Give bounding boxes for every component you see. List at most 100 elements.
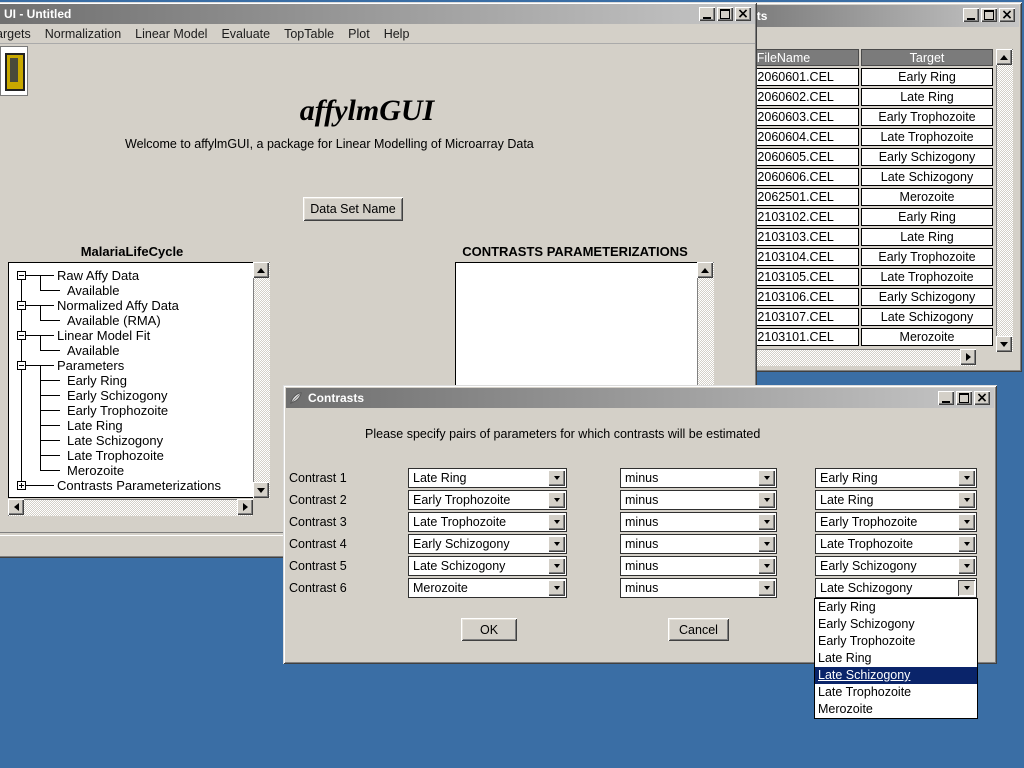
column-header-target[interactable]: Target (861, 49, 993, 66)
scroll-up-icon[interactable] (253, 262, 269, 278)
chevron-down-icon[interactable] (758, 558, 775, 574)
chevron-down-icon[interactable] (758, 492, 775, 508)
chevron-down-icon[interactable] (548, 514, 565, 530)
tree-vscrollbar[interactable] (253, 262, 270, 498)
chevron-down-icon[interactable] (758, 536, 775, 552)
menu-item-plot[interactable]: Plot (341, 24, 377, 44)
ok-button[interactable]: OK (461, 618, 517, 641)
contrast-2-operator-select[interactable]: minus (620, 490, 777, 510)
tree-item-available-rma[interactable]: Available (RMA) (67, 313, 161, 328)
tree-item-early-trophozoite[interactable]: Early Trophozoite (67, 403, 168, 418)
contrast-4-left-select[interactable]: Early Schizogony (408, 534, 567, 554)
tree-item-late-trophozoite[interactable]: Late Trophozoite (67, 448, 164, 463)
contrast-5-operator-select[interactable]: minus (620, 556, 777, 576)
maximize-icon[interactable] (956, 391, 972, 405)
chevron-down-icon[interactable] (958, 492, 975, 508)
contrast-3-left-select[interactable]: Late Trophozoite (408, 512, 567, 532)
toolbar-icon[interactable] (0, 46, 28, 96)
contrast-3-right-select[interactable]: Early Trophozoite (815, 512, 977, 532)
plus-box-icon[interactable] (17, 481, 26, 490)
scroll-down-icon[interactable] (996, 336, 1012, 352)
chevron-down-icon[interactable] (548, 492, 565, 508)
tree-item-available[interactable]: Available (67, 283, 120, 298)
minimize-icon[interactable] (963, 8, 979, 22)
menu-item-evaluate[interactable]: Evaluate (214, 24, 277, 44)
dropdown-option-late-trophozoite[interactable]: Late Trophozoite (815, 684, 977, 701)
scroll-down-icon[interactable] (253, 482, 269, 498)
contrast-1-right-select[interactable]: Early Ring (815, 468, 977, 488)
minus-box-icon[interactable] (17, 301, 26, 310)
close-icon[interactable]: × (735, 7, 751, 21)
minus-box-icon[interactable] (17, 331, 26, 340)
chevron-down-icon[interactable] (548, 536, 565, 552)
contrast-1-operator-select[interactable]: minus (620, 468, 777, 488)
combo-value: Late Schizogony (820, 581, 912, 595)
tree-tick-line (40, 425, 60, 426)
dataset-name-button[interactable]: Data Set Name (303, 197, 403, 221)
menu-item-argets[interactable]: argets (0, 24, 38, 44)
scroll-right-icon[interactable] (960, 349, 976, 365)
scroll-up-icon[interactable] (697, 262, 713, 278)
chevron-down-icon[interactable] (758, 580, 775, 596)
chevron-down-icon[interactable] (548, 558, 565, 574)
tree-item-early-ring[interactable]: Early Ring (67, 373, 127, 388)
tree-item-late-ring[interactable]: Late Ring (67, 418, 123, 433)
chevron-down-icon[interactable] (958, 470, 975, 486)
contrast-6-operator-select[interactable]: minus (620, 578, 777, 598)
tree-item-linear-model-fit[interactable]: Linear Model Fit (57, 328, 150, 343)
chevron-down-icon[interactable] (758, 470, 775, 486)
contrast-5-left-select[interactable]: Late Schizogony (408, 556, 567, 576)
contrast-4-right-select[interactable]: Late Trophozoite (815, 534, 977, 554)
menu-item-help[interactable]: Help (377, 24, 417, 44)
tree-item-contrasts-parameterizations[interactable]: Contrasts Parameterizations (57, 478, 221, 493)
tree-item-available[interactable]: Available (67, 343, 120, 358)
minus-box-icon[interactable] (17, 271, 26, 280)
chevron-down-icon[interactable] (958, 580, 975, 596)
maximize-icon[interactable] (717, 7, 733, 21)
tree-item-late-schizogony[interactable]: Late Schizogony (67, 433, 163, 448)
dropdown-option-late-schizogony[interactable]: Late Schizogony (815, 667, 977, 684)
contrast-2-right-select[interactable]: Late Ring (815, 490, 977, 510)
contrast-6-left-select[interactable]: Merozoite (408, 578, 567, 598)
chevron-down-icon[interactable] (548, 580, 565, 596)
dropdown-option-early-ring[interactable]: Early Ring (815, 599, 977, 616)
dialog-titlebar[interactable]: Contrasts × (286, 388, 994, 408)
tree-hscrollbar[interactable] (8, 499, 253, 516)
tree-item-raw-affy-data[interactable]: Raw Affy Data (57, 268, 139, 283)
scroll-left-icon[interactable] (8, 499, 24, 515)
minimize-icon[interactable] (699, 7, 715, 21)
tree-item-early-schizogony[interactable]: Early Schizogony (67, 388, 167, 403)
menu-item-normalization[interactable]: Normalization (38, 24, 128, 44)
main-titlebar[interactable]: UI - Untitled × (0, 4, 755, 24)
contrast-3-operator-select[interactable]: minus (620, 512, 777, 532)
targets-vscrollbar[interactable] (996, 49, 1013, 352)
tree-item-merozoite[interactable]: Merozoite (67, 463, 124, 478)
dropdown-option-early-trophozoite[interactable]: Early Trophozoite (815, 633, 977, 650)
contrast-1-left-select[interactable]: Late Ring (408, 468, 567, 488)
close-icon[interactable]: × (974, 391, 990, 405)
minus-box-icon[interactable] (17, 361, 26, 370)
chevron-down-icon[interactable] (958, 514, 975, 530)
contrast-2-left-select[interactable]: Early Trophozoite (408, 490, 567, 510)
chevron-down-icon[interactable] (958, 558, 975, 574)
contrast-4-operator-select[interactable]: minus (620, 534, 777, 554)
dropdown-option-merozoite[interactable]: Merozoite (815, 701, 977, 718)
menu-item-linear-model[interactable]: Linear Model (128, 24, 214, 44)
menu-item-toptable[interactable]: TopTable (277, 24, 341, 44)
close-icon[interactable]: × (999, 8, 1015, 22)
cancel-button[interactable]: Cancel (668, 618, 729, 641)
minimize-icon[interactable] (938, 391, 954, 405)
combo-value: minus (625, 493, 658, 507)
chevron-down-icon[interactable] (758, 514, 775, 530)
chevron-down-icon[interactable] (548, 470, 565, 486)
dropdown-option-late-ring[interactable]: Late Ring (815, 650, 977, 667)
scroll-right-icon[interactable] (237, 499, 253, 515)
contrast-5-right-select[interactable]: Early Schizogony (815, 556, 977, 576)
dropdown-option-early-schizogony[interactable]: Early Schizogony (815, 616, 977, 633)
contrast-6-right-select[interactable]: Late Schizogony (815, 578, 977, 598)
tree-item-normalized-affy-data[interactable]: Normalized Affy Data (57, 298, 179, 313)
maximize-icon[interactable] (981, 8, 997, 22)
scroll-up-icon[interactable] (996, 49, 1012, 65)
tree-item-parameters[interactable]: Parameters (57, 358, 124, 373)
chevron-down-icon[interactable] (958, 536, 975, 552)
